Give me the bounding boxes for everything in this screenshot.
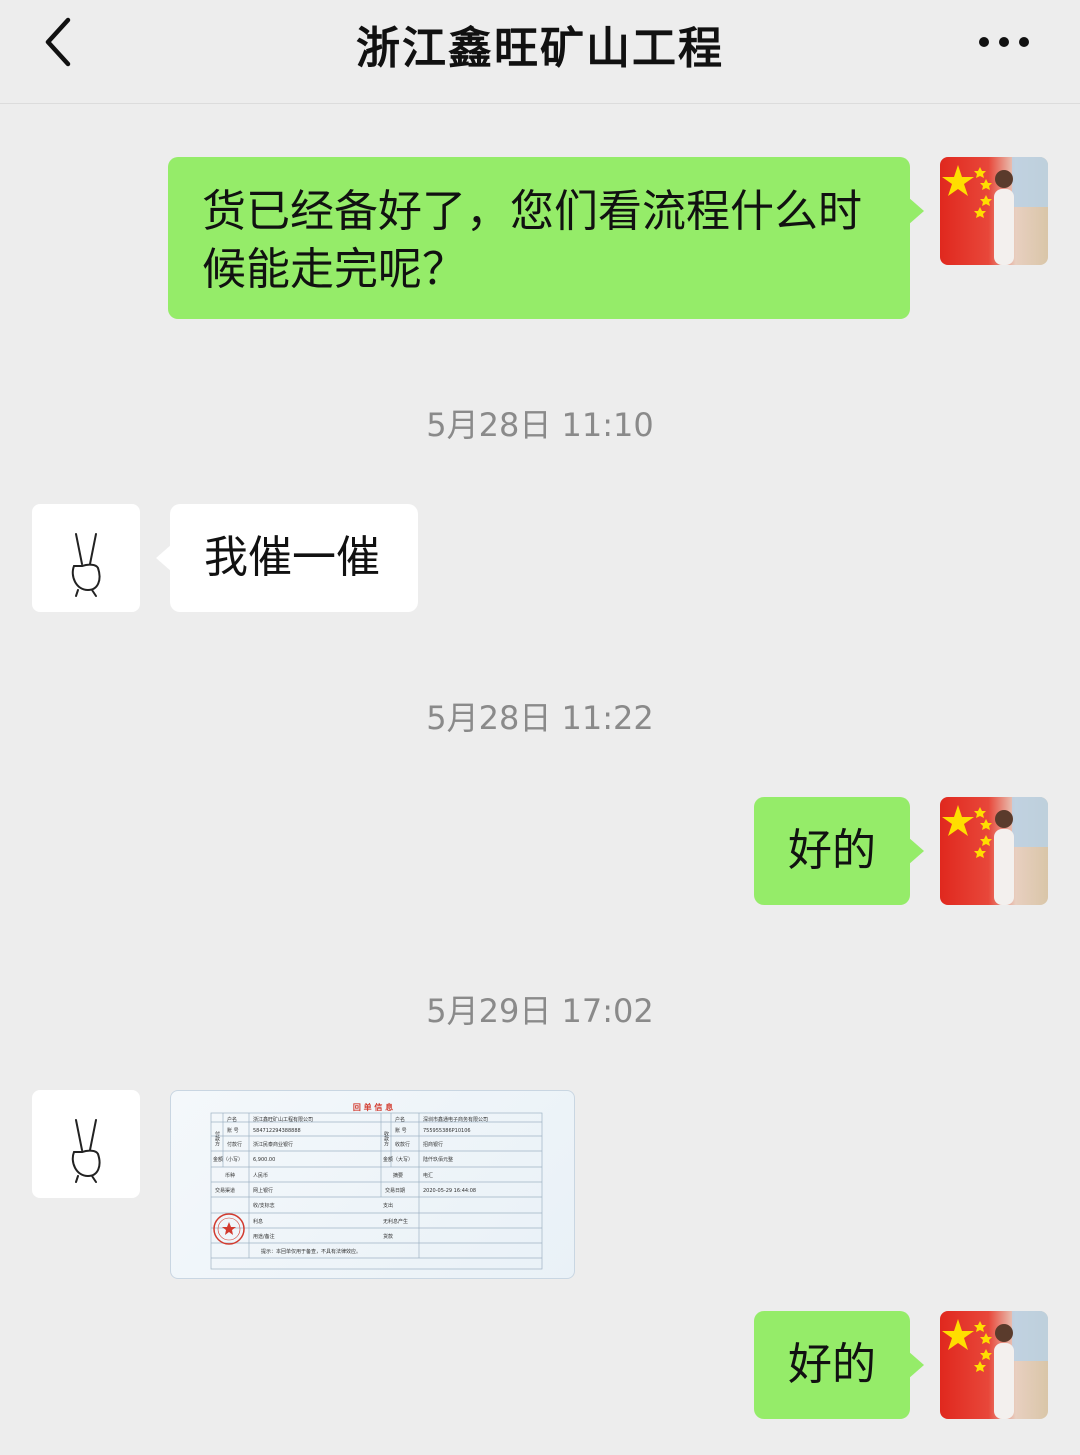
message-text: 好的 [788, 1339, 876, 1390]
receipt-cell: 755955386P10106 [423, 1128, 471, 1134]
red-seal-stamp-icon [213, 1213, 245, 1245]
receipt-cell: 币种 [225, 1172, 235, 1179]
timestamp: 5月28日 11:22 [426, 699, 654, 737]
receipt-cell: 账 号 [395, 1127, 407, 1134]
message-line: 候能走完呢？ [202, 244, 466, 295]
receipt-cell: 交易日期 [385, 1187, 405, 1194]
chat-title: 浙江鑫旺矿山工程 [356, 23, 724, 74]
receipt-cell: 网上银行 [253, 1187, 273, 1194]
message-text: 好的 [788, 825, 876, 876]
receipt-cell: 浙江民泰商业银行 [253, 1141, 293, 1148]
receipt-cell: 摘要 [393, 1172, 403, 1179]
peace-hand-avatar-icon [71, 533, 101, 597]
receipt-cell: 浙江鑫旺矿山工程有限公司 [253, 1116, 313, 1123]
receipt-cell: 账 号 [227, 1127, 239, 1134]
china-flag-avatar-icon [940, 797, 1048, 905]
receipt-cell: 招商银行 [423, 1141, 443, 1148]
receipt-payee-label: 收款方 [383, 1130, 389, 1147]
receipt-cell: 陆仟玖佰元整 [423, 1156, 453, 1163]
my-avatar[interactable] [940, 157, 1048, 265]
receipt-note: 提示：本回单仅用于备查，不具有法律效应。 [261, 1248, 361, 1255]
receipt-cell: 收款行 [395, 1141, 410, 1148]
receipt-cell: 利息 [253, 1218, 263, 1225]
receipt-cell: 支出 [383, 1202, 393, 1209]
peace-hand-avatar-icon [71, 1119, 101, 1183]
receipt-cell: 电汇 [423, 1172, 433, 1179]
receipt-cell: 无利息产生 [383, 1218, 408, 1225]
contact-avatar[interactable] [32, 1090, 140, 1198]
message-text: 我催一催 [204, 532, 380, 583]
timestamp: 5月29日 17:02 [426, 992, 654, 1030]
receipt-cell: 户名 [395, 1116, 405, 1123]
receipt-cell: 人民币 [253, 1172, 268, 1179]
my-avatar[interactable] [940, 1311, 1048, 1419]
receipt-cell: 584712294388888 [253, 1128, 301, 1134]
receipt-cell: 金额（小写） [213, 1156, 243, 1163]
receipt-cell: 货款 [383, 1233, 393, 1240]
china-flag-avatar-icon [940, 157, 1048, 265]
receipt-cell: 2020-05-29 16:44:08 [423, 1188, 476, 1194]
receipt-payer-label: 付款方 [214, 1130, 220, 1147]
chat-header: 浙江鑫旺矿山工程 [0, 0, 1080, 104]
message-bubble-outgoing[interactable]: 好的 [754, 1311, 924, 1419]
message-bubble-incoming[interactable]: 我催一催 [156, 504, 418, 612]
timestamp: 5月28日 11:10 [426, 406, 654, 444]
more-button[interactable] [972, 22, 1036, 62]
message-bubble-outgoing[interactable]: 好的 [754, 797, 924, 905]
message-line: 货已经备好了，您们看流程什么时 [202, 186, 862, 237]
my-avatar[interactable] [940, 797, 1048, 905]
receipt-cell: 收/支标志 [253, 1202, 275, 1209]
receipt-cell: 深圳市鑫通电子商务有限公司 [423, 1116, 488, 1123]
more-dots-icon [979, 37, 1029, 47]
message-bubble-outgoing[interactable]: 货已经备好了，您们看流程什么时 候能走完呢？ [168, 157, 924, 319]
china-flag-avatar-icon [940, 1311, 1048, 1419]
receipt-cell: 用途/备注 [253, 1233, 275, 1240]
receipt-cell: 6,900.00 [253, 1157, 275, 1163]
receipt-cell: 交易渠道 [215, 1187, 235, 1194]
receipt-cell: 付款行 [227, 1141, 242, 1148]
receipt-cell: 户名 [227, 1116, 237, 1123]
receipt-cell: 金额（大写） [383, 1156, 413, 1163]
contact-avatar[interactable] [32, 504, 140, 612]
receipt-image-message[interactable]: 回 单 信 息 付款方 收款方 户名 浙江鑫旺矿山工程有限公司 户名 深圳市鑫通… [170, 1090, 575, 1279]
receipt-title: 回 单 信 息 [353, 1102, 393, 1112]
